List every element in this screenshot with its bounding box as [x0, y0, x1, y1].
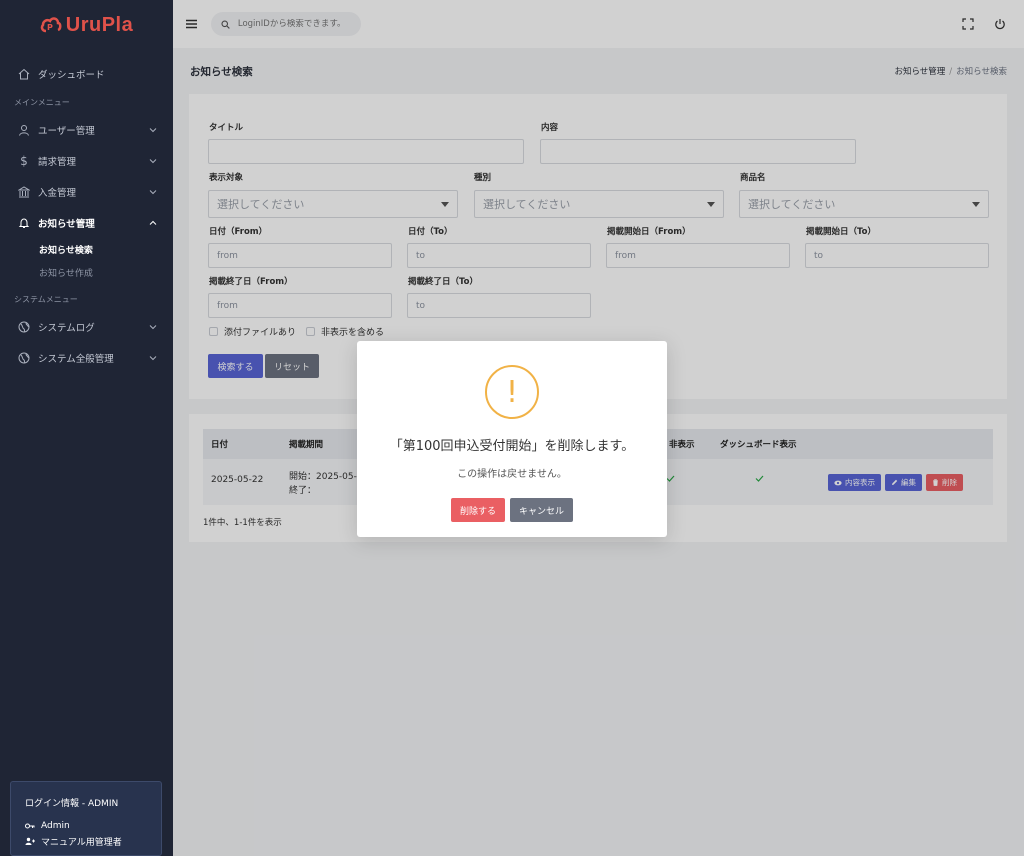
key-icon [25, 823, 35, 829]
sidebar-item-notices[interactable]: お知らせ管理 [0, 207, 173, 238]
sidebar-nav: ダッシュボード メインメニュー ユーザー管理 $ 請求管理 入金管理 お知らせ管… [0, 50, 173, 373]
cancel-button[interactable]: キャンセル [510, 498, 573, 522]
user-icon [18, 124, 30, 136]
dollar-icon: $ [20, 153, 28, 168]
section-main-menu: メインメニュー [14, 98, 70, 107]
login-role-name: マニュアル用管理者 [41, 838, 122, 848]
sidebar-item-payments[interactable]: 入金管理 [0, 176, 173, 207]
sidebar-item-label: お知らせ管理 [38, 218, 95, 230]
globe-icon [18, 321, 30, 333]
brand-name: UruPla [65, 13, 134, 36]
sidebar-subitem-notice-search[interactable]: お知らせ検索 [0, 238, 173, 261]
login-title: ログイン情報 - ADMIN [25, 799, 119, 809]
bank-icon [18, 185, 30, 198]
brand-logo[interactable]: P UruPla [0, 0, 173, 50]
sidebar-item-label: ユーザー管理 [38, 125, 95, 137]
login-info: ログイン情報 - ADMIN Admin マニュアル用管理者 [10, 781, 162, 856]
login-role: マニュアル用管理者 [25, 835, 147, 848]
sidebar-item-label: 請求管理 [38, 156, 77, 168]
dialog-message: この操作は戻せません。 [457, 469, 567, 480]
sidebar-item-label: システム全般管理 [38, 353, 114, 365]
sidebar-item-users[interactable]: ユーザー管理 [0, 114, 173, 145]
cloud-logo-icon: P [40, 17, 62, 33]
home-icon [18, 68, 30, 80]
globe-icon [18, 352, 30, 364]
confirm-delete-button[interactable]: 削除する [451, 498, 505, 522]
chevron-down-icon [149, 355, 157, 360]
login-user-name: Admin [41, 821, 70, 831]
users-icon [25, 837, 35, 845]
chevron-down-icon [149, 158, 157, 163]
bell-icon [18, 217, 30, 229]
dialog-title: 「第100回申込受付開始」を削除します。 [389, 439, 635, 454]
sidebar-item-system-log[interactable]: システムログ [0, 311, 173, 342]
sidebar-subitem-notice-create[interactable]: お知らせ作成 [0, 261, 173, 284]
login-user: Admin [25, 821, 147, 831]
sidebar-item-billing[interactable]: $ 請求管理 [0, 145, 173, 176]
sidebar-item-label: ダッシュボード [38, 69, 105, 81]
section-system-menu: システムメニュー [14, 295, 78, 304]
chevron-up-icon [149, 220, 157, 225]
delete-confirm-dialog: ! 「第100回申込受付開始」を削除します。 この操作は戻せません。 削除する … [357, 341, 667, 537]
chevron-down-icon [149, 189, 157, 194]
sidebar-item-label: システムログ [38, 322, 95, 334]
sidebar-item-system-general[interactable]: システム全般管理 [0, 342, 173, 373]
chevron-down-icon [149, 324, 157, 329]
sidebar-item-label: 入金管理 [38, 187, 77, 199]
sidebar-item-dashboard[interactable]: ダッシュボード [0, 58, 173, 89]
svg-text:P: P [47, 23, 53, 32]
sidebar: P UruPla ダッシュボード メインメニュー ユーザー管理 $ 請求管理 入… [0, 0, 173, 856]
warning-icon: ! [485, 365, 539, 419]
chevron-down-icon [149, 127, 157, 132]
